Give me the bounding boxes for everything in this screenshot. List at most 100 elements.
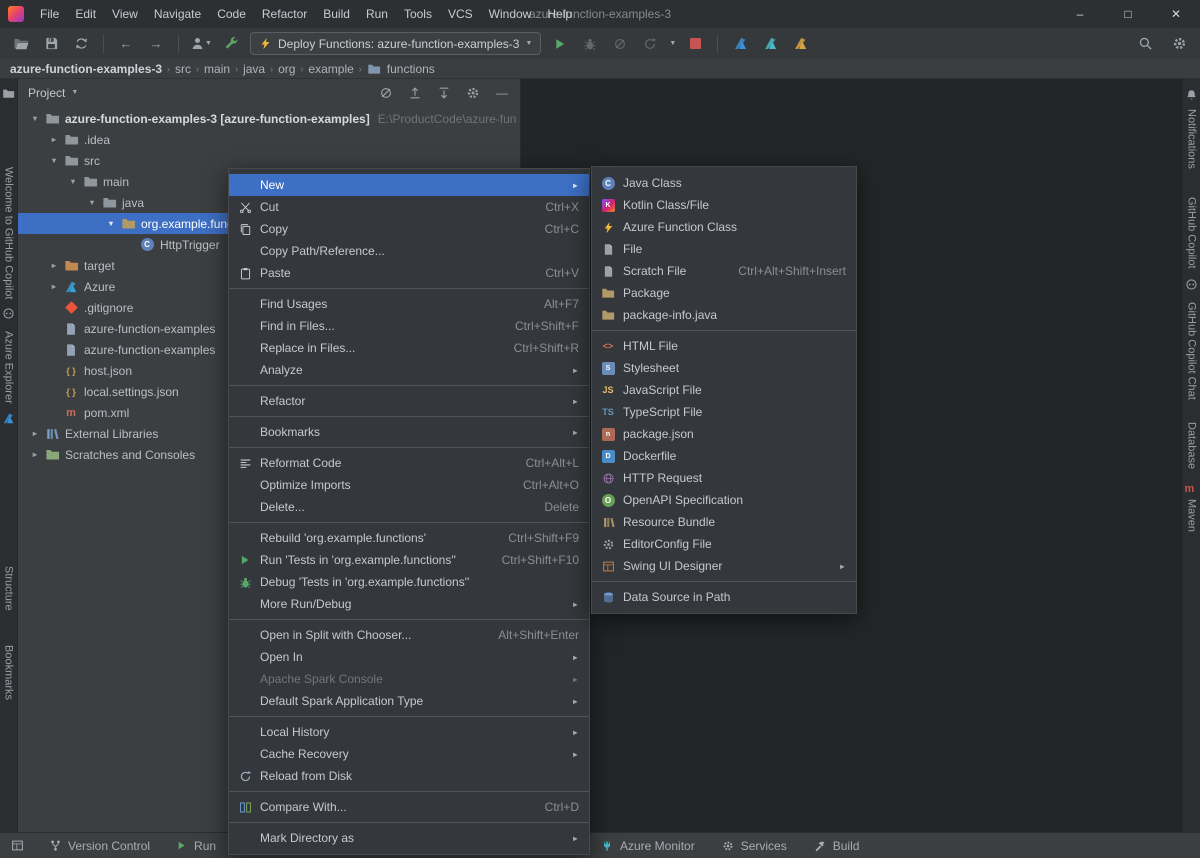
tool-button-github-copilot[interactable]: GitHub Copilot	[1186, 197, 1198, 269]
azure-icon[interactable]	[2, 412, 16, 426]
context-item-debug-tests[interactable]: Debug 'Tests in 'org.example.functions''	[229, 571, 589, 593]
context-item-local-history[interactable]: Local History ►	[229, 721, 589, 743]
expand-all-icon[interactable]	[407, 85, 423, 101]
chevron-down-icon[interactable]: ▼	[102, 219, 120, 228]
submenu-item-openapi-spec[interactable]: O OpenAPI Specification	[592, 489, 856, 511]
chevron-down-icon[interactable]: ▼	[45, 156, 63, 165]
submenu-item-kotlin-class[interactable]: K Kotlin Class/File	[592, 194, 856, 216]
context-item-apache-spark-console[interactable]: Apache Spark Console ►	[229, 668, 589, 690]
context-item-refactor[interactable]: Refactor ►	[229, 390, 589, 412]
menu-navigate[interactable]: Navigate	[146, 2, 209, 26]
menu-file[interactable]: File	[32, 2, 67, 26]
collapse-all-icon[interactable]	[436, 85, 452, 101]
context-item-reformat-code[interactable]: Reformat Code Ctrl+Alt+L	[229, 452, 589, 474]
submenu-item-java-class[interactable]: C Java Class	[592, 172, 856, 194]
context-item-more-run-debug[interactable]: More Run/Debug ►	[229, 593, 589, 615]
submenu-item-dockerfile[interactable]: D Dockerfile	[592, 445, 856, 467]
submenu-item-package-info[interactable]: package-info.java	[592, 304, 856, 326]
menu-code[interactable]: Code	[209, 2, 254, 26]
tool-button-bookmarks[interactable]: Bookmarks	[3, 645, 15, 700]
menu-tools[interactable]: Tools	[396, 2, 440, 26]
context-item-new[interactable]: New ►	[229, 174, 589, 196]
context-item-paste[interactable]: Paste Ctrl+V	[229, 262, 589, 284]
status-services[interactable]: Services	[721, 839, 787, 853]
tree-row-project-root[interactable]: ▼ azure-function-examples-3 [azure-funct…	[18, 108, 520, 129]
hide-panel-icon[interactable]: —	[494, 85, 510, 101]
chevron-down-icon[interactable]: ▼	[64, 177, 82, 186]
breadcrumb-functions[interactable]: functions	[387, 62, 435, 76]
context-item-analyze[interactable]: Analyze ►	[229, 359, 589, 381]
breadcrumb-main[interactable]: main	[204, 62, 230, 76]
azure-publish-icon[interactable]	[729, 33, 751, 55]
search-icon[interactable]	[1134, 33, 1156, 55]
breadcrumb-src[interactable]: src	[175, 62, 191, 76]
copilot-icon[interactable]	[2, 307, 16, 321]
submenu-item-http-request[interactable]: HTTP Request	[592, 467, 856, 489]
coverage-button[interactable]	[609, 33, 631, 55]
context-item-run-tests[interactable]: Run 'Tests in 'org.example.functions'' C…	[229, 549, 589, 571]
breadcrumb-example[interactable]: example	[308, 62, 353, 76]
menu-view[interactable]: View	[104, 2, 146, 26]
chevron-right-icon[interactable]: ►	[26, 450, 44, 459]
context-item-optimize-imports[interactable]: Optimize Imports Ctrl+Alt+O	[229, 474, 589, 496]
chevron-right-icon[interactable]: ►	[26, 429, 44, 438]
context-item-rebuild[interactable]: Rebuild 'org.example.functions' Ctrl+Shi…	[229, 527, 589, 549]
tree-row-idea[interactable]: ► .idea	[18, 129, 520, 150]
context-item-replace-in-files[interactable]: Replace in Files... Ctrl+Shift+R	[229, 337, 589, 359]
submenu-item-file[interactable]: File	[592, 238, 856, 260]
user-account-icon[interactable]: ▼	[190, 33, 212, 55]
context-item-mark-directory-as[interactable]: Mark Directory as ►	[229, 827, 589, 849]
context-item-find-in-files[interactable]: Find in Files... Ctrl+Shift+F	[229, 315, 589, 337]
tool-button-database[interactable]: Database	[1186, 422, 1198, 469]
menu-edit[interactable]: Edit	[67, 2, 104, 26]
chevron-down-icon[interactable]: ▼	[669, 40, 676, 47]
submenu-item-typescript-file[interactable]: TS TypeScript File	[592, 401, 856, 423]
debug-button[interactable]	[579, 33, 601, 55]
menu-run[interactable]: Run	[358, 2, 396, 26]
menu-help[interactable]: Help	[539, 2, 580, 26]
breadcrumb-project[interactable]: azure-function-examples-3	[10, 62, 162, 76]
settings-gear-icon[interactable]	[1168, 33, 1190, 55]
submenu-item-swing-ui-designer[interactable]: Swing UI Designer ►	[592, 555, 856, 577]
status-build[interactable]: Build	[813, 839, 860, 853]
forward-icon[interactable]: →	[145, 33, 167, 55]
tool-button-welcome-copilot[interactable]: Welcome to GitHub Copilot	[3, 167, 15, 299]
breadcrumb-org[interactable]: org	[278, 62, 295, 76]
context-item-find-usages[interactable]: Find Usages Alt+F7	[229, 293, 589, 315]
status-run[interactable]: Run	[174, 839, 216, 853]
context-item-bookmarks[interactable]: Bookmarks ►	[229, 421, 589, 443]
open-folder-icon[interactable]	[10, 33, 32, 55]
chevron-down-icon[interactable]: ▼	[71, 89, 78, 96]
maven-icon[interactable]: m	[1185, 483, 1199, 497]
copilot-icon[interactable]	[1185, 278, 1199, 292]
status-azure-monitor[interactable]: Azure Monitor	[600, 839, 695, 853]
select-opened-file-icon[interactable]	[378, 85, 394, 101]
close-button[interactable]: ✕	[1152, 0, 1200, 28]
context-item-default-spark-app-type[interactable]: Default Spark Application Type ►	[229, 690, 589, 712]
back-icon[interactable]: ←	[115, 33, 137, 55]
project-panel-title[interactable]: Project	[28, 86, 65, 100]
azure-explorer-icon[interactable]	[759, 33, 781, 55]
context-item-open-in[interactable]: Open In ►	[229, 646, 589, 668]
menu-build[interactable]: Build	[315, 2, 358, 26]
azure-deploy-icon[interactable]	[789, 33, 811, 55]
submenu-item-html-file[interactable]: <> HTML File	[592, 335, 856, 357]
context-item-cut[interactable]: Cut Ctrl+X	[229, 196, 589, 218]
tool-button-structure[interactable]: Structure	[3, 566, 15, 611]
menu-window[interactable]: Window	[481, 2, 540, 26]
project-tool-icon[interactable]	[2, 87, 16, 101]
profiler-button[interactable]	[639, 33, 661, 55]
submenu-item-package-json[interactable]: n package.json	[592, 423, 856, 445]
submenu-item-javascript-file[interactable]: JS JavaScript File	[592, 379, 856, 401]
run-button[interactable]	[549, 33, 571, 55]
azure-tools-icon[interactable]	[220, 33, 242, 55]
context-item-reload-from-disk[interactable]: Reload from Disk	[229, 765, 589, 787]
stop-button[interactable]	[684, 33, 706, 55]
tool-button-azure-explorer[interactable]: Azure Explorer	[3, 331, 15, 404]
submenu-item-stylesheet[interactable]: S Stylesheet	[592, 357, 856, 379]
run-config-selector[interactable]: Deploy Functions: azure-function-example…	[250, 32, 541, 55]
menu-vcs[interactable]: VCS	[440, 2, 481, 26]
maximize-button[interactable]: □	[1104, 0, 1152, 28]
submenu-item-scratch-file[interactable]: Scratch File Ctrl+Alt+Shift+Insert	[592, 260, 856, 282]
submenu-item-azure-function-class[interactable]: Azure Function Class	[592, 216, 856, 238]
